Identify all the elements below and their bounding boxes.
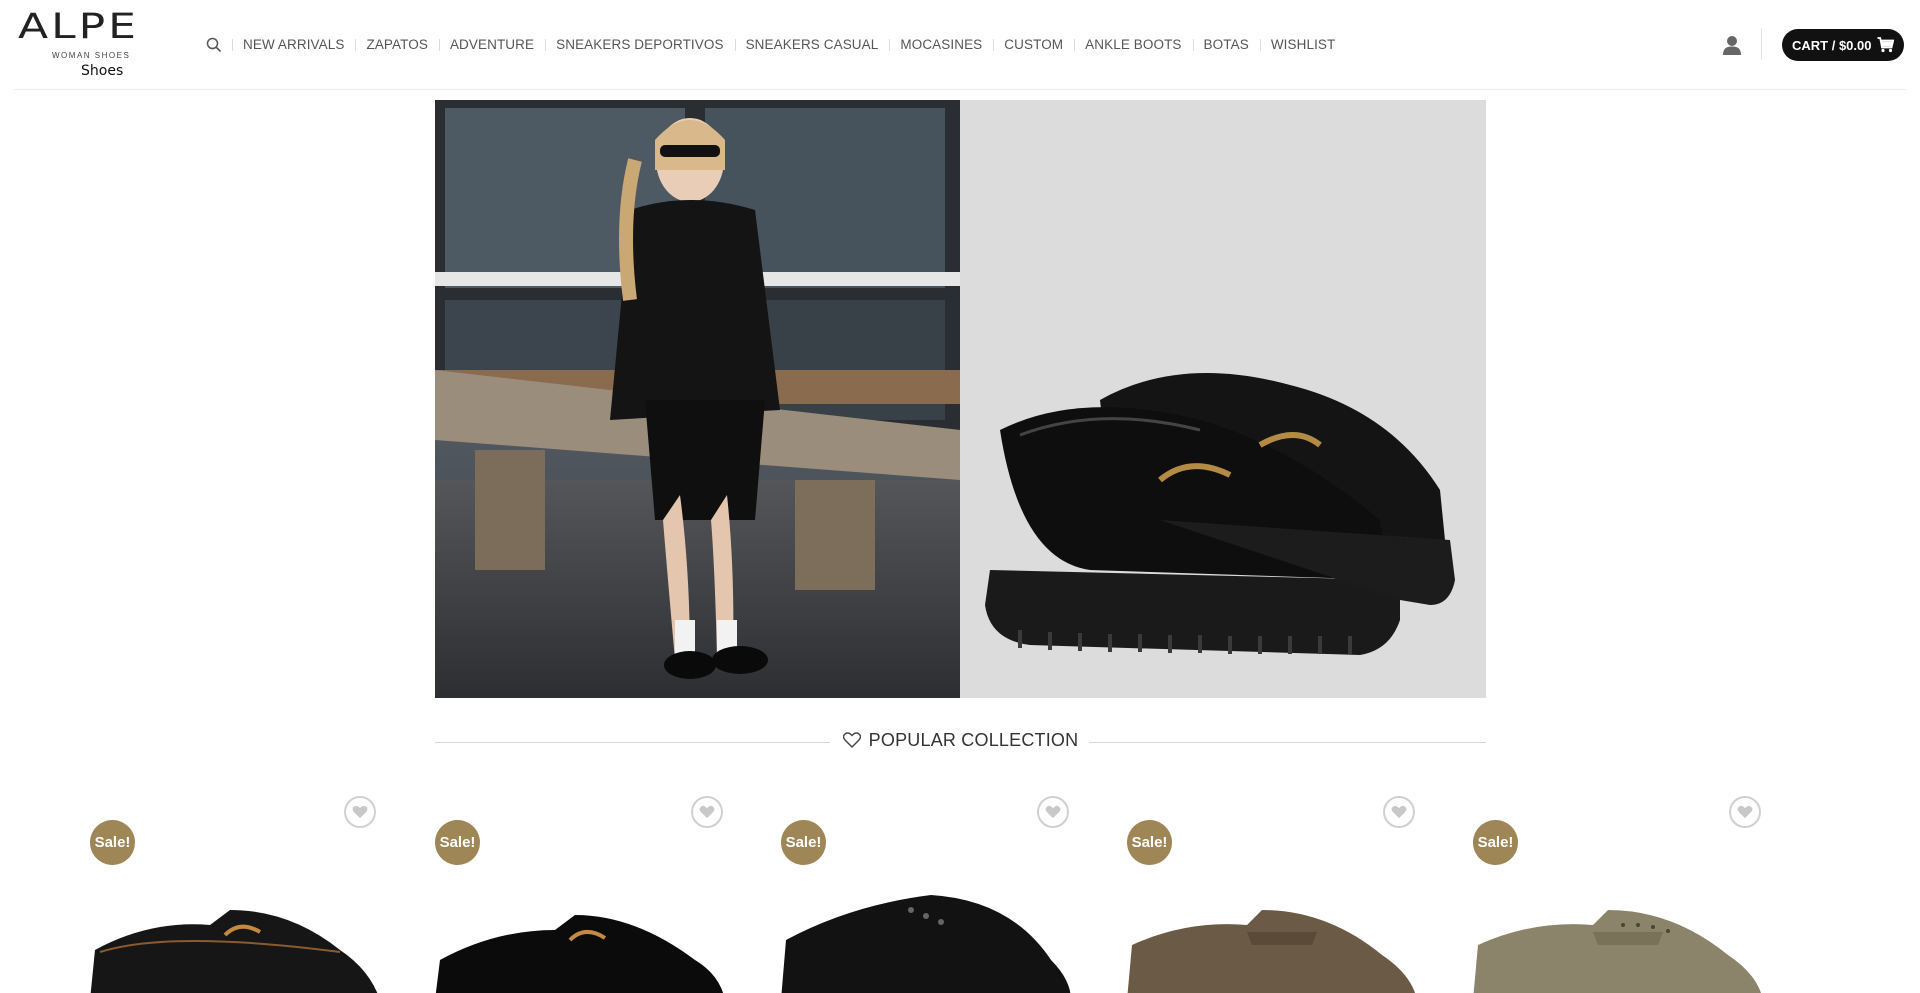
sale-badge: Sale! — [781, 820, 826, 865]
nav-item-botas[interactable]: BOTAS — [1192, 33, 1260, 57]
product-card[interactable]: Sale! — [435, 790, 735, 993]
wishlist-heart-icon[interactable] — [344, 796, 376, 828]
nav-item-adventure[interactable]: ADVENTURE — [438, 33, 545, 57]
sale-badge: Sale! — [90, 820, 135, 865]
wishlist-heart-icon[interactable] — [1729, 796, 1761, 828]
product-image[interactable] — [781, 890, 1081, 993]
product-card[interactable]: Sale! — [1473, 790, 1773, 993]
nav-item-new-arrivals[interactable]: NEW ARRIVALS — [232, 33, 355, 57]
product-image[interactable] — [1127, 890, 1427, 993]
section-title-text: POPULAR COLLECTION — [868, 730, 1079, 750]
nav-item-mocasines[interactable]: MOCASINES — [889, 33, 993, 57]
nav-item-wishlist[interactable]: WISHLIST — [1259, 33, 1347, 57]
wishlist-heart-icon[interactable] — [691, 796, 723, 828]
product-image[interactable] — [1473, 890, 1773, 993]
product-image[interactable] — [435, 890, 735, 993]
wishlist-heart-icon[interactable] — [1037, 796, 1069, 828]
section-title: POPULAR COLLECTION — [435, 730, 1486, 753]
product-image[interactable] — [90, 890, 390, 993]
sale-badge: Sale! — [435, 820, 480, 865]
user-icon[interactable] — [1722, 34, 1742, 56]
hero-lifestyle-image — [435, 100, 960, 698]
hero-banner[interactable] — [435, 100, 1486, 698]
nav-item-sneakers-deportivos[interactable]: SNEAKERS DEPORTIVOS — [545, 33, 734, 57]
logo-wordmark: ALPE — [18, 6, 139, 47]
logo-caption: Shoes — [81, 63, 124, 79]
cart-label: CART / $0.00 — [1792, 37, 1872, 53]
logo-subtext: WOMAN SHOES — [52, 51, 131, 60]
brand-logo[interactable]: ALPE WOMAN SHOES Shoes — [18, 10, 178, 84]
section-header: POPULAR COLLECTION — [435, 730, 1486, 754]
main-nav: NEW ARRIVALS ZAPATOS ADVENTURE SNEAKERS … — [196, 33, 1346, 57]
wishlist-heart-icon[interactable] — [1383, 796, 1415, 828]
product-card[interactable]: Sale! — [1127, 790, 1427, 993]
cart-icon — [1877, 37, 1895, 56]
sale-badge: Sale! — [1473, 820, 1518, 865]
product-card[interactable]: Sale! — [781, 790, 1081, 993]
product-card[interactable]: Sale! — [90, 790, 390, 993]
header-divider — [1761, 28, 1762, 60]
hero-product-image — [960, 100, 1486, 698]
heart-outline-icon — [842, 732, 861, 753]
header-rule — [14, 89, 1906, 90]
search-icon[interactable] — [196, 33, 232, 57]
site-header: ALPE WOMAN SHOES Shoes NEW ARRIVALS ZAPA… — [0, 0, 1920, 90]
nav-item-ankle-boots[interactable]: ANKLE BOOTS — [1074, 33, 1192, 57]
nav-item-sneakers-casual[interactable]: SNEAKERS CASUAL — [734, 33, 890, 57]
nav-item-custom[interactable]: CUSTOM — [993, 33, 1074, 57]
sale-badge: Sale! — [1127, 820, 1172, 865]
nav-item-zapatos[interactable]: ZAPATOS — [355, 33, 438, 57]
cart-button[interactable]: CART / $0.00 — [1782, 29, 1904, 61]
